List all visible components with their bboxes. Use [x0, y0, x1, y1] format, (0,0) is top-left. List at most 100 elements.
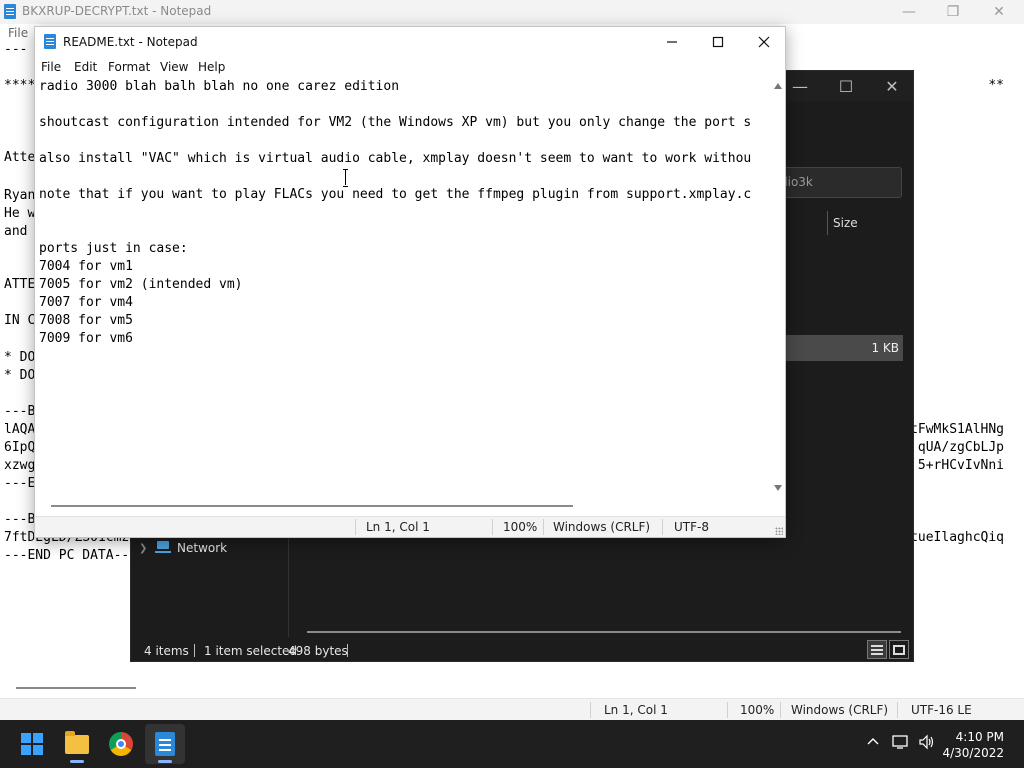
explorer-statusbar: 4 items 1 item selected 498 bytes: [131, 639, 913, 661]
status-line-ending: Windows (CRLF): [553, 520, 651, 534]
file-size: 1 KB: [871, 341, 899, 355]
maximize-icon[interactable]: [695, 27, 741, 57]
file-explorer-taskbar-button[interactable]: [57, 724, 97, 764]
background-text-line: ****: [4, 78, 36, 93]
folder-icon: [65, 730, 89, 754]
background-text-line: xzwg: [4, 458, 36, 473]
minimize-icon[interactable]: —: [886, 0, 932, 24]
horizontal-scrollbar[interactable]: [307, 631, 901, 633]
background-notepad-titlebar[interactable]: BKXRUP-DECRYPT.txt - Notepad — ❐ ✕: [0, 0, 1024, 24]
nav-item-network-label: Network: [177, 541, 228, 555]
start-button[interactable]: [12, 724, 52, 764]
clock-date: 4/30/2022: [942, 746, 1004, 760]
show-hidden-icons-chevron-icon[interactable]: [866, 734, 880, 752]
background-text-line: and: [4, 224, 28, 239]
background-text-line: ---: [4, 42, 28, 57]
menu-file[interactable]: File: [41, 60, 61, 74]
status-separator: [492, 519, 493, 535]
menu-help[interactable]: Help: [198, 60, 225, 74]
background-text-line: Ryan: [4, 188, 36, 203]
status-item-count: 4 items: [144, 644, 189, 658]
status-selected-count: 1 item selected: [204, 644, 298, 658]
minimize-icon[interactable]: [649, 27, 695, 57]
volume-icon[interactable]: [918, 734, 936, 754]
status-separator: [662, 519, 663, 535]
notepad-statusbar: Ln 1, Col 1 100% Windows (CRLF) UTF-8: [35, 516, 785, 537]
background-text-line-right: tFwMkS1AlHNg: [910, 422, 1004, 437]
restore-icon[interactable]: ❐: [930, 0, 976, 24]
selected-file-row[interactable]: t 1 KB: [771, 335, 903, 361]
readme-notepad-window[interactable]: README.txt - Notepad File Edit Format Vi…: [34, 26, 786, 538]
background-text-line: ---END PC DATA--: [4, 548, 130, 563]
background-notepad-statusbar: Ln 1, Col 1 100% Windows (CRLF) UTF-16 L…: [0, 698, 1024, 720]
background-text-line: 6IpQ: [4, 440, 36, 455]
details-view-icon[interactable]: [867, 640, 887, 659]
background-text-line-right: qUA/zgCbLJp: [917, 440, 1004, 455]
menu-edit[interactable]: Edit: [74, 60, 97, 74]
running-indicator: [70, 760, 84, 763]
background-text-line-right: 5+rHCvIvNni: [917, 458, 1004, 473]
navigation-pane: ❯ Network: [131, 537, 289, 637]
close-icon[interactable]: [741, 27, 787, 57]
system-clock[interactable]: 4:10 PM 4/30/2022: [942, 729, 1004, 761]
chrome-icon: [109, 732, 133, 756]
background-text-line: ---B: [4, 512, 36, 527]
status-selected-bytes: 498 bytes: [288, 644, 348, 658]
background-text-line: ---B: [4, 404, 36, 419]
status-position: Ln 1, Col 1: [366, 520, 430, 534]
status-encoding: UTF-16 LE: [911, 703, 972, 717]
background-text-line: ---E: [4, 476, 36, 491]
resize-grip-icon[interactable]: [775, 527, 783, 535]
status-separator: [355, 519, 356, 535]
background-text-line: * DO: [4, 350, 36, 365]
maximize-icon[interactable]: ☐: [823, 71, 869, 101]
background-notepad-title: BKXRUP-DECRYPT.txt - Notepad: [22, 4, 212, 18]
horizontal-scrollbar[interactable]: [16, 687, 136, 689]
explorer-search-input[interactable]: dio3k: [771, 167, 902, 198]
nav-item-network[interactable]: ❯ Network: [139, 541, 227, 555]
chevron-right-icon[interactable]: ❯: [139, 543, 149, 554]
status-line-ending: Windows (CRLF): [791, 703, 889, 717]
menu-file[interactable]: File: [8, 26, 28, 40]
background-text-line-right: tueIlaghcQiq: [910, 530, 1004, 545]
status-separator: [897, 702, 898, 718]
notepad-menubar: File Edit Format View Help: [35, 57, 785, 77]
scroll-up-icon[interactable]: [774, 83, 782, 89]
status-separator: [194, 644, 195, 657]
taskbar: 4:10 PM 4/30/2022: [0, 720, 1024, 768]
notepad-taskbar-button[interactable]: [145, 724, 185, 764]
running-indicator: [158, 760, 172, 763]
network-icon: [155, 541, 171, 555]
text-cursor-icon: [343, 169, 348, 187]
notepad-icon: [4, 4, 16, 19]
background-text-line: * DO: [4, 368, 36, 383]
size-column-header[interactable]: Size: [833, 216, 858, 230]
status-position: Ln 1, Col 1: [604, 703, 668, 717]
close-icon[interactable]: ✕: [976, 0, 1022, 24]
background-text-line: Atte: [4, 150, 36, 165]
background-text-line: ATTE: [4, 277, 36, 292]
notepad-text-area[interactable]: radio 3000 blah balh blah no one carez e…: [35, 77, 771, 495]
vertical-scrollbar[interactable]: [771, 77, 785, 495]
horizontal-scrollbar-thumb[interactable]: [51, 505, 573, 507]
background-text-line: He w: [4, 206, 36, 221]
background-text-line-right: **: [988, 78, 1004, 93]
background-text-line: IN C: [4, 313, 36, 328]
status-separator: [543, 519, 544, 535]
scroll-down-icon[interactable]: [774, 485, 782, 491]
status-separator: [347, 644, 348, 657]
close-icon[interactable]: ✕: [869, 71, 915, 101]
clock-time: 4:10 PM: [955, 730, 1004, 744]
status-encoding: UTF-8: [674, 520, 709, 534]
tiles-view-icon[interactable]: [889, 640, 909, 659]
status-separator: [780, 702, 781, 718]
notepad-titlebar[interactable]: README.txt - Notepad: [35, 27, 785, 57]
status-zoom: 100%: [740, 703, 775, 717]
menu-format[interactable]: Format: [108, 60, 150, 74]
network-status-icon[interactable]: [892, 734, 910, 754]
column-separator[interactable]: [827, 211, 828, 235]
status-zoom: 100%: [503, 520, 538, 534]
chrome-taskbar-button[interactable]: [101, 724, 141, 764]
menu-view[interactable]: View: [160, 60, 188, 74]
status-separator: [727, 702, 728, 718]
